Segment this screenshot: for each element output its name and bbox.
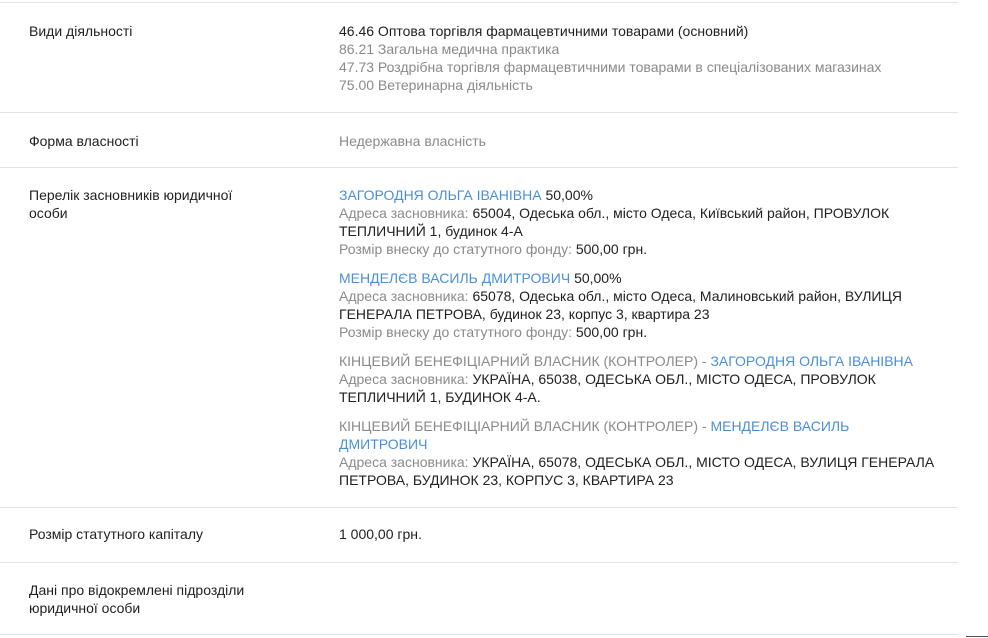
activities-row: Види діяльності 46.46 Оптова торгівля фа… xyxy=(0,2,958,112)
ownership-text: Недержавна власність xyxy=(339,133,486,149)
founder-name-link[interactable]: МЕНДЕЛЄВ ВАСИЛЬ ДМИТРОВИЧ xyxy=(339,270,570,286)
activity-item: 75.00 Ветеринарна діяльність xyxy=(339,77,533,93)
founders-row: Перелік засновників юридичної особи ЗАГО… xyxy=(0,167,958,507)
founder-name-link[interactable]: ЗАГОРОДНЯ ОЛЬГА ІВАНІВНА xyxy=(339,187,542,203)
beneficiary-address-label: Адреса засновника: xyxy=(339,371,469,387)
beneficiary-entry: КІНЦЕВИЙ БЕНЕФІЦІАРНИЙ ВЛАСНИК (КОНТРОЛЕ… xyxy=(339,417,934,489)
beneficiary-name-link-cont[interactable]: ДМИТРОВИЧ xyxy=(339,436,427,452)
beneficiary-entry: КІНЦЕВИЙ БЕНЕФІЦІАРНИЙ ВЛАСНИК (КОНТРОЛЕ… xyxy=(339,352,929,417)
beneficiary-name-link[interactable]: ЗАГОРОДНЯ ОЛЬГА ІВАНІВНА xyxy=(710,353,913,369)
capital-value: 1 000,00 грн. xyxy=(339,508,929,543)
founder-share: 50,00% xyxy=(545,187,593,203)
beneficiary-address: УКРАЇНА, 65078, ОДЕСЬКА ОБЛ., МІСТО ОДЕС… xyxy=(472,454,935,470)
founder-address: 65004, Одеська обл., місто Одеса, Київсь… xyxy=(472,205,890,221)
ownership-label: Форма власності xyxy=(29,133,139,149)
founders-label: Перелік засновників юридичної особи xyxy=(29,187,233,221)
ownership-row: Форма власності Недержавна власність xyxy=(0,112,958,167)
activities-value: 46.46 Оптова торгівля фармацевтичними то… xyxy=(339,3,929,94)
founder-contribution-label: Розмір внеску до статутного фонду: xyxy=(339,241,572,257)
founders-value: ЗАГОРОДНЯ ОЛЬГА ІВАНІВНА 50,00% Адреса з… xyxy=(339,168,934,489)
subdivisions-row: Дані про відокремлені підрозділи юридичн… xyxy=(0,562,958,635)
founder-address-label: Адреса засновника: xyxy=(339,205,469,221)
founder-contribution-label: Розмір внеску до статутного фонду: xyxy=(339,324,572,340)
founder-share: 50,00% xyxy=(574,270,622,286)
founder-contribution: 500,00 грн. xyxy=(575,241,648,257)
ownership-value: Недержавна власність xyxy=(339,113,929,150)
beneficiary-address-cont: ТЕПЛИЧНИЙ 1, БУДИНОК 4-А. xyxy=(339,389,541,405)
company-details-page: Види діяльності 46.46 Оптова торгівля фа… xyxy=(0,0,988,638)
founder-address-cont: ТЕПЛИЧНИЙ 1, будинок 4-А xyxy=(339,223,523,239)
founder-address-cont: ГЕНЕРАЛА ПЕТРОВА, будинок 23, корпус 3, … xyxy=(339,306,710,322)
beneficiary-address-label: Адреса засновника: xyxy=(339,454,469,470)
activities-label: Види діяльності xyxy=(29,23,133,39)
capital-row: Розмір статутного капіталу 1 000,00 грн. xyxy=(0,507,958,562)
capital-label: Розмір статутного капіталу xyxy=(29,526,204,542)
activity-item: 86.21 Загальна медична практика xyxy=(339,41,560,57)
subdivisions-label: Дані про відокремлені підрозділи юридичн… xyxy=(29,582,245,616)
activity-item: 47.73 Роздрібна торгівля фармацевтичними… xyxy=(339,59,882,75)
details-table: Види діяльності 46.46 Оптова торгівля фа… xyxy=(0,2,958,635)
activity-main: 46.46 Оптова торгівля фармацевтичними то… xyxy=(339,23,749,39)
beneficiary-name-link[interactable]: МЕНДЕЛЄВ ВАСИЛЬ xyxy=(710,418,849,434)
beneficiary-address: УКРАЇНА, 65038, ОДЕСЬКА ОБЛ., МІСТО ОДЕС… xyxy=(472,371,876,387)
founder-entry: МЕНДЕЛЄВ ВАСИЛЬ ДМИТРОВИЧ 50,00% Адреса … xyxy=(339,269,929,352)
founder-address-label: Адреса засновника: xyxy=(339,288,469,304)
beneficiary-prefix: КІНЦЕВИЙ БЕНЕФІЦІАРНИЙ ВЛАСНИК (КОНТРОЛЕ… xyxy=(339,418,711,434)
founder-entry: ЗАГОРОДНЯ ОЛЬГА ІВАНІВНА 50,00% Адреса з… xyxy=(339,186,929,269)
beneficiary-prefix: КІНЦЕВИЙ БЕНЕФІЦІАРНИЙ ВЛАСНИК (КОНТРОЛЕ… xyxy=(339,353,711,369)
capital-text: 1 000,00 грн. xyxy=(339,526,422,542)
founder-contribution: 500,00 грн. xyxy=(575,324,648,340)
corner-divider xyxy=(966,636,988,637)
beneficiary-address-cont: ПЕТРОВА, БУДИНОК 23, КОРПУС 3, КВАРТИРА … xyxy=(339,472,674,488)
founder-address: 65078, Одеська обл., місто Одеса, Малино… xyxy=(472,288,902,304)
